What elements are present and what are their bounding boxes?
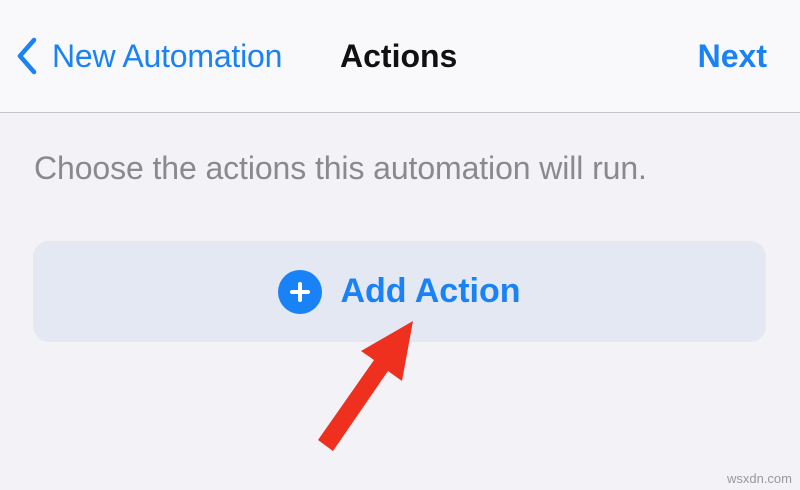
add-action-label: Add Action [340, 272, 521, 310]
back-button-label: New Automation [52, 37, 283, 74]
plus-circle-icon [278, 269, 323, 314]
page-title: Actions [340, 38, 458, 74]
back-button[interactable]: New Automation [16, 30, 282, 82]
add-action-button[interactable]: Add Action [33, 241, 766, 342]
navigation-bar: New Automation Actions Next [0, 0, 800, 113]
watermark-text: wsxdn.com [726, 471, 792, 486]
chevron-left-icon [16, 37, 38, 75]
next-button[interactable]: Next [698, 30, 767, 82]
instructions-text: Choose the actions this automation will … [34, 150, 647, 186]
